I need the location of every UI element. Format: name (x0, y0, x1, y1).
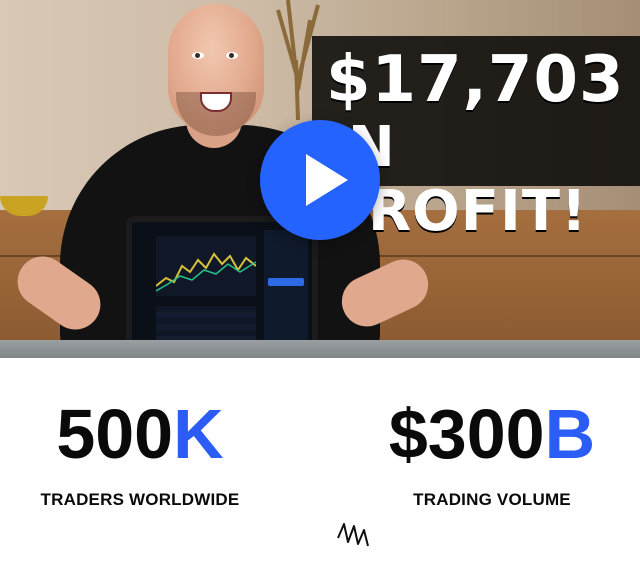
play-button[interactable] (260, 120, 380, 240)
stat-traders-value: 500K (0, 392, 280, 476)
squiggle-icon (337, 523, 369, 547)
price-line-graphic (155, 252, 257, 292)
desk-surface (0, 340, 640, 358)
person-eye-left (192, 52, 204, 59)
stat-volume: $300B TRADING VOLUME (352, 392, 632, 510)
headline-amount: $17,703 (326, 43, 625, 117)
video-thumbnail[interactable]: $17,703 IN PROFIT! (0, 0, 640, 358)
laptop-order-table (156, 306, 256, 344)
stat-volume-value: $300B (352, 392, 632, 476)
laptop-trading-chart (155, 236, 257, 296)
play-icon[interactable] (306, 154, 348, 206)
stat-volume-number: $300 (388, 395, 545, 473)
stat-volume-label: TRADING VOLUME (413, 490, 571, 509)
laptop-screen (126, 216, 318, 352)
stat-traders: 500K TRADERS WORLDWIDE (0, 392, 280, 510)
person-eye-right (226, 52, 238, 59)
stat-traders-label: TRADERS WORLDWIDE (40, 490, 240, 509)
stat-traders-suffix: K (173, 395, 224, 473)
stat-volume-suffix: B (544, 395, 596, 473)
laptop-buy-button (268, 278, 304, 286)
stat-traders-number: 500 (56, 395, 174, 473)
